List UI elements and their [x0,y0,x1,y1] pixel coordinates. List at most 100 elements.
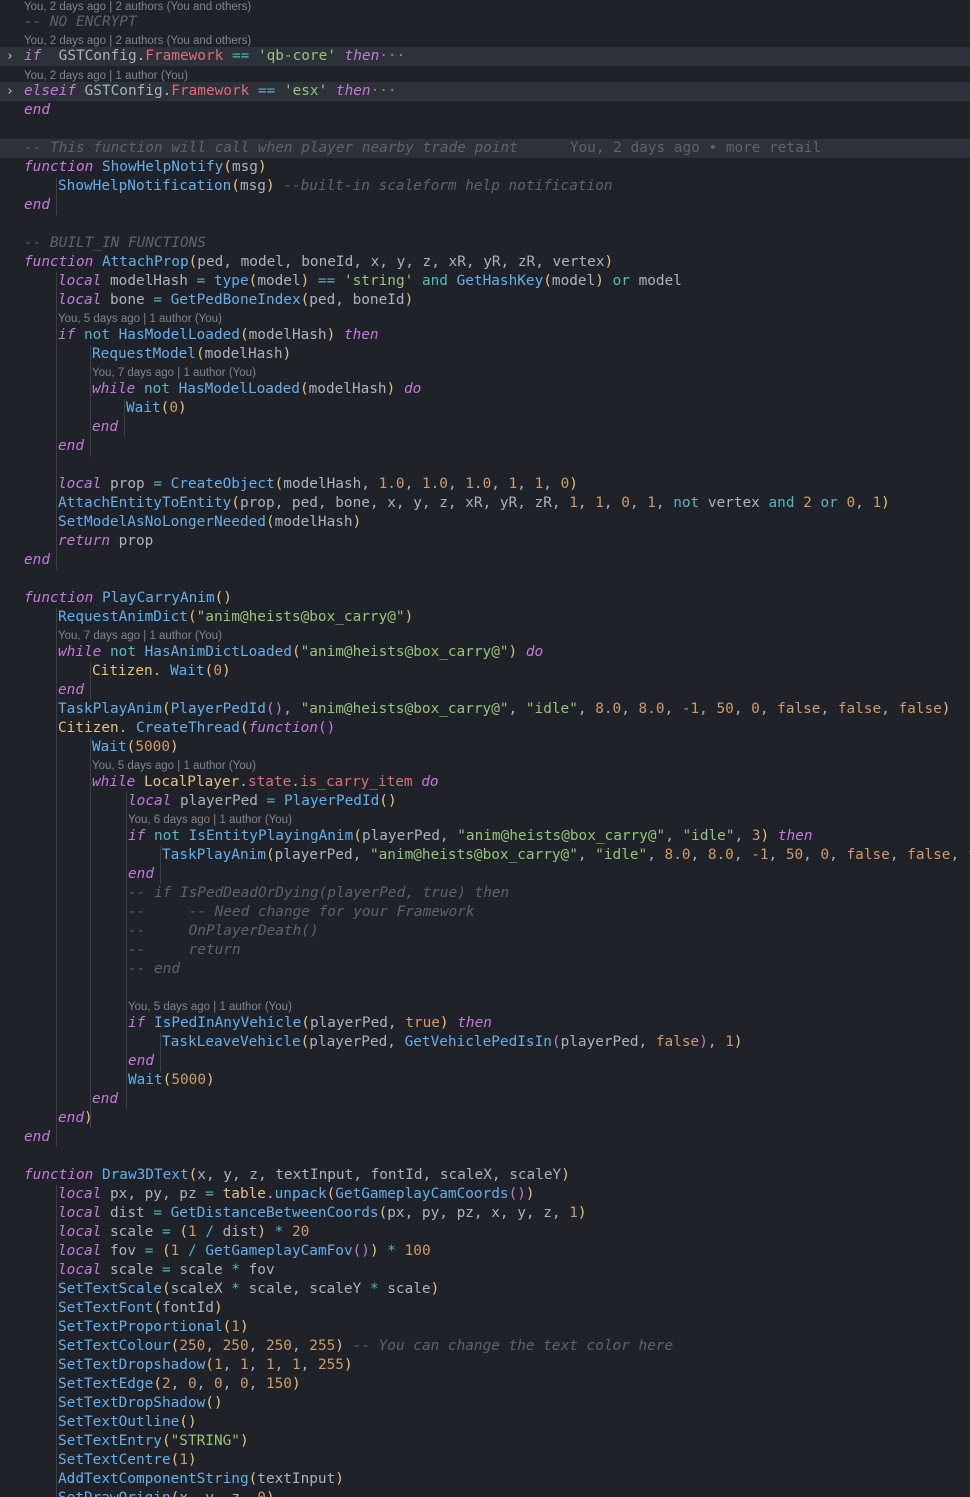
token-fn: CreateObject [161,476,275,492]
code-line[interactable]: Wait(5000) [0,738,970,757]
code-line[interactable]: local bone = GetPedBoneIndex(ped, boneId… [0,291,970,310]
token-p1: ) [604,254,614,270]
codelens-blame[interactable]: You, 2 days ago | 2 authors (You and oth… [0,34,970,48]
code-line[interactable]: -- return [0,941,970,960]
code-line[interactable]: end [0,437,970,456]
code-line[interactable]: -- NO ENCRYPT [0,13,970,32]
code-line[interactable]: while not HasModelLoaded(modelHash) do [0,380,970,399]
code-line[interactable]: -- This function will call when player n… [0,139,970,158]
token-glb: table [213,1186,266,1202]
code-line[interactable]: SetModelAsNoLongerNeeded(modelHash) [0,513,970,532]
code-line[interactable]: SetDrawOrigin(x, y, z, 0) [0,1489,970,1497]
code-line[interactable]: end [0,681,970,700]
fold-chevron-icon[interactable]: › [6,82,22,101]
token-num: 1 [508,476,518,492]
code-line[interactable]: SetTextDropShadow() [0,1394,970,1413]
codelens-blame[interactable]: You, 5 days ago | 1 author (You) [0,759,970,773]
code-line[interactable]: -- BUILT_IN FUNCTIONS [0,234,970,253]
token-bool: false [907,847,951,863]
codelens-blame[interactable]: You, 2 days ago | 2 authors (You and oth… [0,0,970,14]
code-line[interactable]: › if GSTConfig.Framework == 'qb-core' the… [0,47,970,66]
code-line[interactable]: SetTextScale(scaleX * scale, scaleY * sc… [0,1280,970,1299]
code-line[interactable]: function PlayCarryAnim() [0,589,970,608]
code-line[interactable]: SetTextDropshadow(1, 1, 1, 1, 255) [0,1356,970,1375]
code-line[interactable]: while LocalPlayer.state.is_carry_item do [0,773,970,792]
code-line[interactable]: -- end [0,960,970,979]
codelens-blame[interactable]: You, 6 days ago | 1 author (You) [0,813,970,827]
code-line[interactable]: end [0,1128,970,1147]
code-line[interactable]: TaskPlayAnim(playerPed, "anim@heists@box… [0,846,970,865]
code-line[interactable]: local prop = CreateObject(modelHash, 1.0… [0,475,970,494]
codelens-text[interactable]: You, 5 days ago | 1 author (You) [92,760,256,772]
code-editor[interactable]: You, 2 days ago | 2 authors (You and oth… [0,0,970,1497]
code-line[interactable]: SetTextEntry("STRING") [0,1432,970,1451]
codelens-blame[interactable]: You, 7 days ago | 1 author (You) [0,366,970,380]
token-p1: ( [248,273,258,289]
code-line[interactable]: end [0,551,970,570]
code-line[interactable]: SetTextEdge(2, 0, 0, 0, 150) [0,1375,970,1394]
code-line[interactable]: if not HasModelLoaded(modelHash) then [0,326,970,345]
token-text: , [603,495,622,511]
fold-chevron-icon[interactable]: › [6,47,22,66]
code-line[interactable]: end [0,196,970,215]
codelens-blame[interactable]: You, 7 days ago | 1 author (You) [0,629,970,643]
token-fn: IsPedInAnyVehicle [145,1015,302,1031]
code-line[interactable]: Wait(5000) [0,1071,970,1090]
token-fld: Framework [145,48,224,64]
codelens-text[interactable]: You, 2 days ago | 1 author (You) [24,70,188,82]
codelens-text[interactable]: You, 7 days ago | 1 author (You) [92,367,256,379]
code-line[interactable]: AddTextComponentString(textInput) [0,1470,970,1489]
code-line[interactable]: local scale = (1 / dist) * 20 [0,1223,970,1242]
code-line[interactable]: local scale = scale * fov [0,1261,970,1280]
code-line[interactable]: ShowHelpNotification(msg) --built-in sca… [0,177,970,196]
code-line[interactable]: -- OnPlayerDeath() [0,922,970,941]
code-line[interactable]: function Draw3DText(x, y, z, textInput, … [0,1166,970,1185]
codelens-text[interactable]: You, 7 days ago | 1 author (You) [58,630,222,642]
codelens-blame[interactable]: You, 2 days ago | 1 author (You) [0,69,970,83]
codelens-text[interactable]: You, 5 days ago | 1 author (You) [58,313,222,325]
token-op: not [135,381,170,397]
code-line[interactable]: local px, py, pz = table.unpack(GetGamep… [0,1185,970,1204]
code-line[interactable]: while not HasAnimDictLoaded("anim@heists… [0,643,970,662]
code-line[interactable]: SetTextColour(250, 250, 250, 255) -- You… [0,1337,970,1356]
code-line[interactable]: SetTextFont(fontId) [0,1299,970,1318]
code-line[interactable]: end) [0,1109,970,1128]
code-line[interactable]: local dist = GetDistanceBetweenCoords(px… [0,1204,970,1223]
code-line[interactable]: local modelHash = type(model) == 'string… [0,272,970,291]
codelens-blame[interactable]: You, 5 days ago | 1 author (You) [0,1000,970,1014]
token-text: , [274,1357,292,1373]
code-line[interactable]: SetTextOutline() [0,1413,970,1432]
code-line[interactable]: TaskPlayAnim(PlayerPedId(), "anim@heists… [0,700,970,719]
code-line[interactable]: function ShowHelpNotify(msg) [0,158,970,177]
code-line[interactable]: › elseif GSTConfig.Framework == 'esx' the… [0,82,970,101]
code-line[interactable]: RequestAnimDict("anim@heists@box_carry@"… [0,608,970,627]
token-num: 0 [621,495,630,511]
code-line[interactable]: if IsPedInAnyVehicle(playerPed, true) th… [0,1014,970,1033]
codelens-text[interactable]: You, 2 days ago | 2 authors (You and oth… [24,35,251,47]
code-line[interactable]: end [0,1090,970,1109]
codelens-blame[interactable]: You, 5 days ago | 1 author (You) [0,312,970,326]
code-line[interactable]: local fov = (1 / GetGameplayCamFov()) * … [0,1242,970,1261]
code-line[interactable]: SetTextProportional(1) [0,1318,970,1337]
code-line[interactable]: -- -- Need change for your Framework [0,903,970,922]
code-line[interactable]: Citizen. CreateThread(function() [0,719,970,738]
code-line[interactable]: Wait(0) [0,399,970,418]
code-line[interactable]: RequestModel(modelHash) [0,345,970,364]
code-line[interactable]: return prop [0,532,970,551]
code-line[interactable]: if not IsEntityPlayingAnim(playerPed, "a… [0,827,970,846]
code-line[interactable]: function AttachProp(ped, model, boneId, … [0,253,970,272]
code-line[interactable]: end [0,865,970,884]
code-line[interactable]: SetTextCentre(1) [0,1451,970,1470]
code-line[interactable]: end [0,1052,970,1071]
codelens-text[interactable]: You, 5 days ago | 1 author (You) [128,1001,292,1013]
code-line[interactable]: end [0,101,970,120]
code-line[interactable]: AttachEntityToEntity(prop, ped, bone, x,… [0,494,970,513]
code-line[interactable]: -- if IsPedDeadOrDying(playerPed, true) … [0,884,970,903]
code-line[interactable]: Citizen. Wait(0) [0,662,970,681]
codelens-text[interactable]: You, 6 days ago | 1 author (You) [128,814,292,826]
code-line[interactable]: local playerPed = PlayerPedId() [0,792,970,811]
token-p1: ) [291,1376,301,1392]
code-line[interactable]: TaskLeaveVehicle(playerPed, GetVehiclePe… [0,1033,970,1052]
code-line[interactable]: end [0,418,970,437]
codelens-text[interactable]: You, 2 days ago | 2 authors (You and oth… [24,1,251,13]
